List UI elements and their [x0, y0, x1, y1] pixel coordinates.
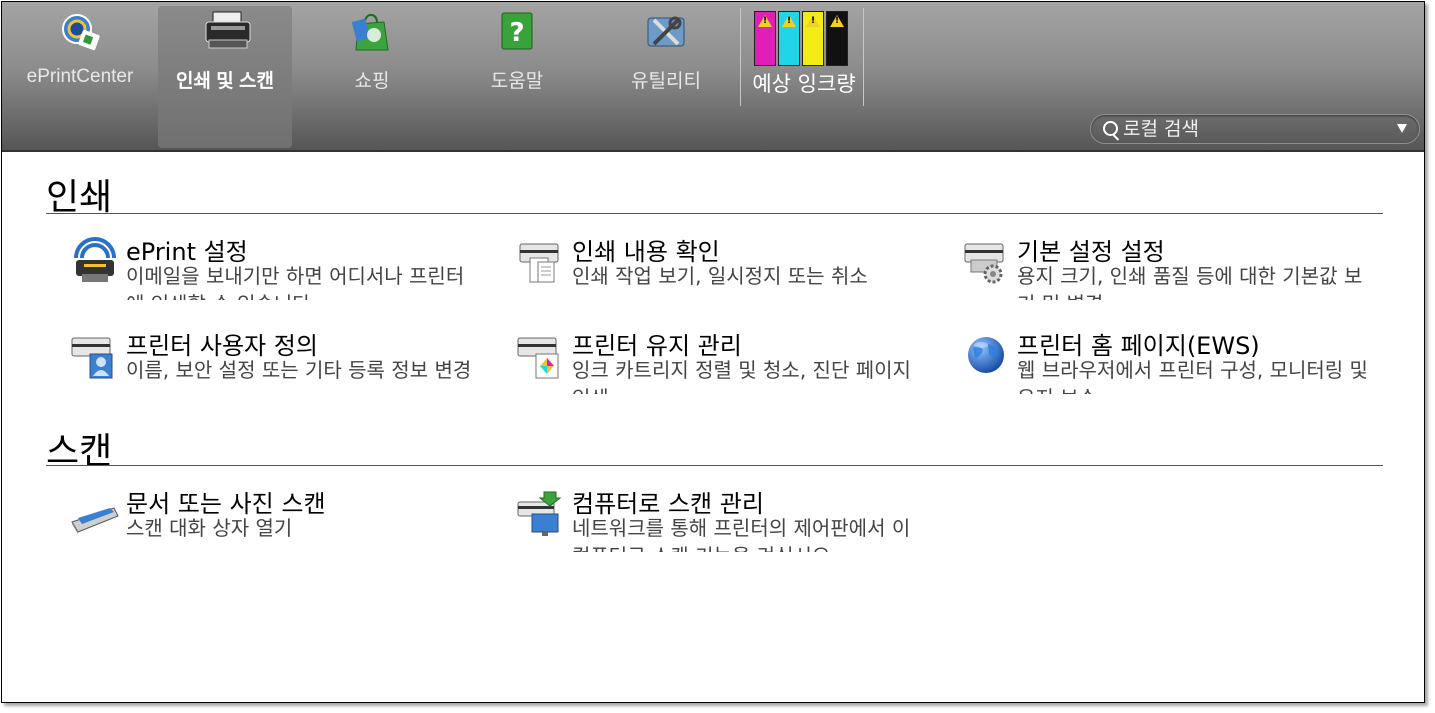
section-divider [46, 465, 1383, 466]
nav-label: 쇼핑 [354, 71, 390, 92]
printer-settings-icon [961, 236, 1011, 286]
nav-divider [740, 8, 741, 106]
dropdown-arrow-icon[interactable] [1397, 124, 1407, 133]
black-ink-cartridge [826, 11, 848, 66]
top-navigation-bar: ePrintCenter 인쇄 및 스캔 쇼핑 ? 도움말 유틸리티 ! ! !… [2, 2, 1424, 152]
nav-label: 유틸리티 [631, 71, 701, 92]
warning-icon [758, 15, 772, 27]
printer-maintenance-icon [516, 330, 566, 380]
local-search-box[interactable] [1090, 114, 1420, 144]
nav-help[interactable]: ? 도움말 [447, 6, 587, 148]
print-queue-icon [516, 236, 566, 286]
warning-icon [806, 15, 820, 27]
nav-label: 도움말 [490, 71, 544, 92]
printer-icon [203, 10, 251, 54]
item-description: 웹 브라우저에서 프린터 구성, 모니터링 및 유지 보수 [1017, 358, 1368, 394]
app-window: ePrintCenter 인쇄 및 스캔 쇼핑 ? 도움말 유틸리티 ! ! !… [1, 1, 1425, 703]
eprint-settings-item[interactable]: ePrint 설정 이메일을 보내기만 하면 어디서나 프린터에 인쇄할 수 있… [70, 236, 490, 300]
tools-icon [644, 10, 688, 54]
nav-eprintcenter[interactable]: ePrintCenter [10, 6, 150, 148]
default-settings-item[interactable]: 기본 설정 설정 용지 크기, 인쇄 품질 등에 대한 기본값 보기 및 변경 [961, 236, 1381, 300]
cyan-ink-cartridge [778, 11, 800, 66]
item-description: 용지 크기, 인쇄 품질 등에 대한 기본값 보기 및 변경 [1017, 264, 1363, 300]
nav-divider [863, 8, 864, 106]
ink-level-button[interactable]: 예상 잉크량 [746, 6, 862, 106]
manage-scan-to-computer-item[interactable]: 컴퓨터로 스캔 관리 네트워크를 통해 프린터의 제어판에서 이 컴퓨터로 스캔… [516, 488, 936, 552]
warning-icon [830, 15, 844, 27]
section-title-scan: 스캔 [46, 431, 113, 472]
svg-text:?: ? [509, 18, 524, 48]
printer-maintenance-item[interactable]: 프린터 유지 관리 잉크 카트리지 정렬 및 청소, 진단 페이지 인쇄 [516, 330, 936, 394]
printer-user-icon [70, 330, 120, 380]
search-input[interactable] [1123, 117, 1383, 141]
scanner-icon [70, 488, 120, 538]
nav-shopping[interactable]: 쇼핑 [302, 6, 442, 148]
customize-printer-item[interactable]: 프린터 사용자 정의 이름, 보안 설정 또는 기타 등록 정보 변경 [70, 330, 490, 392]
item-description: 잉크 카트리지 정렬 및 청소, 진단 페이지 인쇄 [572, 358, 911, 394]
eprint-printer-icon [70, 236, 120, 286]
magenta-ink-cartridge [754, 11, 776, 66]
ink-level-label: 예상 잉크량 [752, 72, 856, 96]
nav-print-scan[interactable]: 인쇄 및 스캔 [158, 6, 292, 148]
search-icon [1103, 121, 1118, 136]
item-description: 이름, 보안 설정 또는 기타 등록 정보 변경 [126, 358, 472, 382]
section-divider [46, 213, 1383, 214]
item-description: 인쇄 작업 보기, 일시정지 또는 취소 [572, 264, 868, 288]
globe-icon [961, 330, 1011, 380]
warning-icon [782, 15, 796, 27]
item-description: 이메일을 보내기만 하면 어디서나 프린터에 인쇄할 수 있습니다 [126, 264, 465, 300]
view-print-jobs-item[interactable]: 인쇄 내용 확인 인쇄 작업 보기, 일시정지 또는 취소 [516, 236, 936, 298]
scan-to-computer-icon [516, 488, 566, 538]
nav-utilities[interactable]: 유틸리티 [596, 6, 736, 148]
item-description: 스캔 대화 상자 열기 [126, 516, 293, 540]
help-icon: ? [495, 10, 539, 54]
eprintcenter-icon [58, 10, 102, 54]
item-description: 네트워크를 통해 프린터의 제어판에서 이 컴퓨터로 스캔 기능을 켜십시오 [572, 516, 911, 552]
nav-label: ePrintCenter [26, 66, 134, 87]
nav-label: 인쇄 및 스캔 [176, 71, 274, 92]
yellow-ink-cartridge [802, 11, 824, 66]
shopping-bag-icon [350, 10, 394, 54]
scan-document-item[interactable]: 문서 또는 사진 스캔 스캔 대화 상자 열기 [70, 488, 490, 550]
printer-home-page-item[interactable]: 프린터 홈 페이지(EWS) 웹 브라우저에서 프린터 구성, 모니터링 및 유… [961, 330, 1381, 394]
